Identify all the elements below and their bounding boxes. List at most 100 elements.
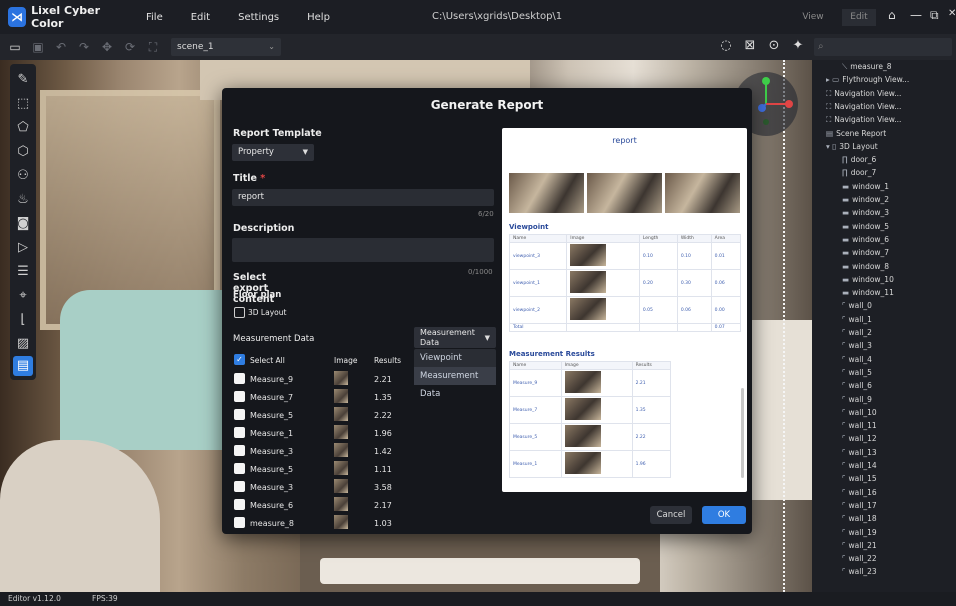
menu-settings[interactable]: Settings — [238, 12, 279, 23]
polygon-tool-icon[interactable]: ⬠ — [13, 118, 33, 138]
undo-icon[interactable]: ↶ — [53, 39, 69, 55]
measurement-row[interactable]: measure_8 1.03 — [234, 515, 414, 533]
tree-item[interactable]: ⌜ wall_14 — [842, 461, 877, 470]
menu-option-viewpoint[interactable]: Viewpoint — [414, 349, 496, 367]
orbit-icon[interactable]: ✦ — [788, 38, 808, 53]
cancel-button[interactable]: Cancel — [650, 506, 692, 524]
row-checkbox[interactable] — [234, 373, 245, 384]
menu-edit[interactable]: Edit — [191, 12, 210, 23]
cube-tool-icon[interactable]: ⬡ — [13, 142, 33, 162]
save-icon[interactable]: ▣ — [30, 39, 46, 55]
tree-item[interactable]: ⌜ wall_3 — [842, 341, 872, 350]
tree-item[interactable]: ⌜ wall_23 — [842, 567, 877, 576]
tree-item[interactable]: ▸ ▭ Flythrough View... — [826, 75, 909, 84]
home-icon[interactable]: ⌂ — [888, 8, 896, 22]
tree-item[interactable]: ▬ window_7 — [842, 248, 889, 257]
row-checkbox[interactable] — [234, 391, 245, 402]
measurement-row[interactable]: Measure_5 1.11 — [234, 461, 414, 479]
measurement-row[interactable]: Measure_7 1.35 — [234, 389, 414, 407]
ok-button[interactable]: OK — [702, 506, 746, 524]
open-folder-icon[interactable]: ▭ — [7, 39, 23, 55]
measurement-row[interactable]: Measure_1 1.96 — [234, 425, 414, 443]
measurement-row[interactable]: Measure_3 1.42 — [234, 443, 414, 461]
row-checkbox[interactable] — [234, 499, 245, 510]
location-icon[interactable]: ⊙ — [764, 38, 784, 53]
tree-item[interactable]: ⌜ wall_21 — [842, 541, 877, 550]
tree-item[interactable]: ⌜ wall_1 — [842, 315, 872, 324]
report-preview[interactable]: report Viewpoint Name Image Length Width… — [502, 128, 747, 492]
tree-item[interactable]: ⌜ wall_5 — [842, 368, 872, 377]
tree-item[interactable]: ⛶ Navigation View... — [826, 102, 901, 112]
template-select[interactable]: Property ▼ — [232, 144, 314, 161]
report-tool-icon[interactable]: ▤ — [13, 356, 33, 376]
tree-item[interactable]: ⌜ wall_0 — [842, 301, 872, 310]
description-input[interactable] — [232, 238, 494, 262]
tree-item[interactable]: ▾ ▯ 3D Layout — [826, 142, 878, 151]
title-input[interactable]: report — [232, 189, 494, 206]
row-checkbox[interactable] — [234, 463, 245, 474]
row-checkbox[interactable] — [234, 409, 245, 420]
measurement-row[interactable]: Measure_9 2.21 — [234, 371, 414, 389]
menu-help[interactable]: Help — [307, 12, 330, 23]
tree-item[interactable]: ⌜ wall_6 — [842, 381, 872, 390]
tree-item[interactable]: ∏ door_6 — [842, 155, 876, 164]
restore-icon[interactable]: ⧉ — [930, 8, 939, 23]
tree-item[interactable]: ⌜ wall_4 — [842, 355, 872, 364]
video-tool-icon[interactable]: ▷ — [13, 238, 33, 258]
tree-item[interactable]: ⌜ wall_10 — [842, 408, 877, 417]
menu-file[interactable]: File — [146, 12, 163, 23]
image-icon[interactable]: ⊠ — [740, 38, 760, 53]
menu-option-measurement-data[interactable]: Measurement Data — [414, 367, 496, 399]
measurement-type-select[interactable]: Measurement Data ▼ — [414, 327, 496, 348]
tree-item[interactable]: ⌜ wall_15 — [842, 474, 877, 483]
row-checkbox[interactable] — [234, 481, 245, 492]
select-tool-icon[interactable]: ⬚ — [13, 94, 33, 114]
scene-select[interactable]: scene_1 ⌄ — [171, 38, 281, 56]
tree-item[interactable]: ▬ window_8 — [842, 262, 889, 271]
tree-item[interactable]: ▬ window_11 — [842, 288, 894, 297]
focus-tool-icon[interactable]: ⌖ — [13, 286, 33, 306]
measurement-row[interactable]: Measure_5 2.22 — [234, 407, 414, 425]
tree-item[interactable]: ▬ window_5 — [842, 222, 889, 231]
edit-mode-button[interactable]: Edit — [842, 9, 876, 26]
row-checkbox[interactable] — [234, 517, 245, 528]
tree-item[interactable]: ⌜ wall_16 — [842, 488, 877, 497]
layers-tool-icon[interactable]: ⚇ — [13, 166, 33, 186]
row-checkbox[interactable] — [234, 427, 245, 438]
tree-item[interactable]: ⌜ wall_2 — [842, 328, 872, 337]
tree-item[interactable]: ⛶ Navigation View... — [826, 89, 901, 99]
tree-item[interactable]: ▬ window_2 — [842, 195, 889, 204]
tree-item[interactable]: ⟍ measure_8 — [842, 62, 891, 72]
tree-item[interactable]: ▤ Scene Report — [826, 129, 886, 138]
tree-item[interactable]: ▬ window_6 — [842, 235, 889, 244]
bowl-tool-icon[interactable]: ♨ — [13, 190, 33, 210]
tree-item[interactable]: ⛶ Navigation View... — [826, 115, 901, 125]
tree-item[interactable]: ⌜ wall_17 — [842, 501, 877, 510]
tree-item[interactable]: ∏ door_7 — [842, 168, 876, 177]
brush-tool-icon[interactable]: ✎ — [13, 70, 33, 90]
rotate-icon[interactable]: ⟳ — [122, 39, 138, 55]
measurement-row[interactable]: Measure_3 3.58 — [234, 479, 414, 497]
tree-item[interactable]: ⌜ wall_11 — [842, 421, 877, 430]
tree-item[interactable]: ⌜ wall_9 — [842, 395, 872, 404]
camera-tool-icon[interactable]: ◙ — [13, 214, 33, 234]
measurement-row[interactable]: Measure_6 2.17 — [234, 497, 414, 515]
measure-tool-icon[interactable]: ◌ — [716, 38, 736, 53]
scale-icon[interactable]: ⛶ — [145, 39, 161, 55]
tree-item[interactable]: ⌜ wall_18 — [842, 514, 877, 523]
3d-layout-checkbox[interactable] — [234, 307, 245, 318]
annotation-tool-icon[interactable]: ▨ — [13, 334, 33, 354]
tree-item[interactable]: ▬ window_3 — [842, 208, 889, 217]
tree-item[interactable]: ⌜ wall_13 — [842, 448, 877, 457]
tree-search-input[interactable]: ⌕ — [814, 38, 952, 56]
tree-item[interactable]: ▬ window_10 — [842, 275, 894, 284]
move-icon[interactable]: ✥ — [99, 39, 115, 55]
tree-item[interactable]: ⌜ wall_22 — [842, 554, 877, 563]
row-checkbox[interactable] — [234, 445, 245, 456]
list-tool-icon[interactable]: ☰ — [13, 262, 33, 282]
tree-item[interactable]: ⌜ wall_12 — [842, 434, 877, 443]
close-icon[interactable]: ✕ — [948, 8, 956, 19]
layout-tool-icon[interactable]: ⌊ — [13, 310, 33, 330]
minimize-icon[interactable]: — — [910, 8, 922, 22]
preview-scrollbar[interactable] — [741, 388, 744, 478]
